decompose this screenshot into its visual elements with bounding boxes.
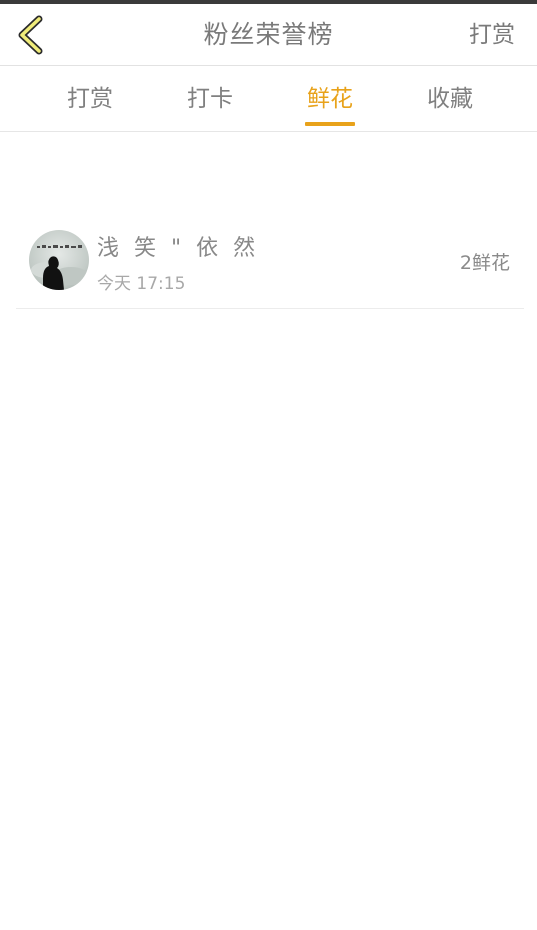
avatar-image (29, 230, 89, 290)
fan-name: 浅 笑 " 依 然 (97, 236, 260, 261)
fan-time: 今天 17:15 (97, 274, 186, 294)
active-tab-indicator (305, 122, 355, 126)
tab-favorites[interactable]: 收藏 (405, 67, 495, 131)
tab-reward[interactable]: 打赏 (45, 67, 135, 131)
tab-flowers[interactable]: 鲜花 (285, 67, 375, 131)
avatar[interactable] (29, 230, 89, 290)
reward-button[interactable]: 打赏 (469, 4, 515, 66)
header-bar: 粉丝荣誉榜 打赏 (0, 4, 537, 66)
tab-bar: 打赏 打卡 鲜花 收藏 (0, 67, 537, 132)
chevron-left-icon (18, 15, 43, 55)
tab-checkin[interactable]: 打卡 (165, 67, 255, 131)
page-title: 粉丝荣誉榜 (203, 20, 334, 49)
list-item[interactable]: 浅 笑 " 依 然 今天 17:15 2鲜花 (16, 215, 524, 309)
tab-flowers-label: 鲜花 (307, 86, 353, 112)
flower-count: 2鲜花 (459, 252, 510, 274)
back-button[interactable] (8, 12, 52, 58)
